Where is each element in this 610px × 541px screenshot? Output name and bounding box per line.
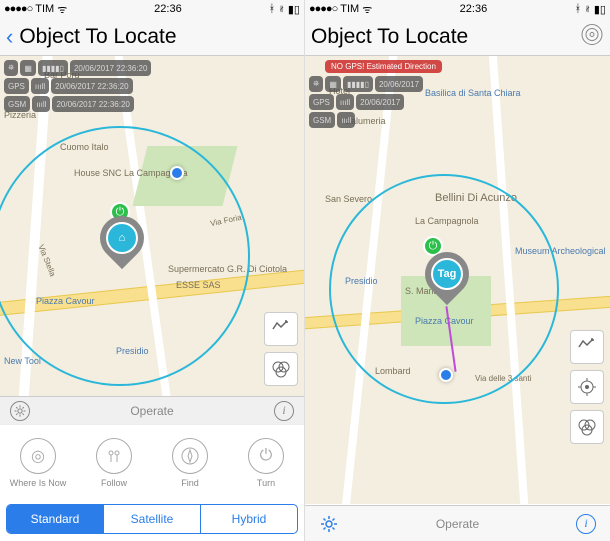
page-title: Object To Locate (19, 25, 176, 49)
action-follow[interactable]: Follow (84, 438, 144, 488)
map-view[interactable]: Bar Porù Pizzeria Cuomo Italo House SNC … (0, 56, 304, 396)
target-icon: ◎ (20, 438, 56, 474)
chip-signal-icon: ıııll (32, 96, 50, 112)
chip-signal-icon: ıııll (31, 78, 49, 94)
bottom-bar: Operate i (305, 505, 610, 541)
overlay-chips: ⛯ ▦ ▮▮▮▮▯ 20/06/2017 22:36:20 GPS ıııll … (4, 60, 151, 112)
phone-right: ●●●●○ TIM ᯤ 22:36 ᚼ ∦ ▮▯ Object To Locat… (305, 0, 610, 541)
chip-batt-icon: ▮▮▮▮▯ (38, 60, 68, 76)
overlay-toggle-button[interactable] (264, 352, 298, 386)
chip-cal-icon: ▦ (325, 76, 341, 92)
overlay-chips: ⛯ ▦ ▮▮▮▮▯ 20/06/2017 GPS ıııll 20/06/201… (309, 76, 423, 128)
operate-bar: Operate i (0, 396, 304, 424)
clock: 22:36 (154, 3, 182, 15)
map-view[interactable]: Hotel Basilica di Santa Chiara Salumeria… (305, 56, 610, 504)
chip-timestamp: 20/06/2017 22:36:20 (52, 96, 133, 112)
user-location-dot (170, 166, 184, 180)
nav-bar: Object To Locate (305, 18, 610, 56)
action-find[interactable]: Find (160, 438, 220, 488)
user-location-dot (439, 368, 453, 382)
power-icon: ⏻ (248, 438, 284, 474)
map-type-button[interactable] (570, 330, 604, 364)
signal-dots-icon: ●●●●○ (309, 3, 337, 15)
wifi-icon: ᯤ (57, 2, 67, 17)
chip-timestamp: 20/06/2017 (356, 94, 404, 110)
gps-warning-chip: NO GPS! Estimated Direction (325, 60, 442, 73)
bluetooth-icon: ᚼ ∦ (575, 3, 591, 15)
carrier-label: TIM (340, 3, 359, 15)
overlay-toggle-button[interactable] (570, 410, 604, 444)
battery-icon: ▮▯ (594, 3, 606, 16)
wifi-icon: ᯤ (362, 2, 372, 17)
radar-button[interactable] (580, 22, 604, 51)
seg-standard[interactable]: Standard (7, 505, 104, 533)
status-bar: ●●●●○ TIM ᯤ 22:36 ᚼ ∦ ▮▯ (0, 0, 304, 18)
carrier-label: TIM (35, 3, 54, 15)
back-button[interactable]: ‹ (6, 24, 13, 50)
chip-timestamp: 20/06/2017 (375, 76, 423, 92)
info-button[interactable]: i (576, 514, 596, 534)
chip-signal-icon: ıııll (337, 112, 355, 128)
chip-timestamp: 20/06/2017 22:36:20 (70, 60, 151, 76)
status-bar: ●●●●○ TIM ᯤ 22:36 ᚼ ∦ ▮▯ (305, 0, 610, 18)
poi-label: New Tool (4, 356, 41, 366)
settings-button[interactable] (319, 514, 339, 534)
chip-batt-icon: ▮▮▮▮▯ (343, 76, 373, 92)
chip-geo-icon: ⛯ (4, 60, 18, 76)
signal-dots-icon: ●●●●○ (4, 3, 32, 15)
clock: 22:36 (460, 3, 488, 15)
chip-gsm-off: GSM (309, 112, 335, 128)
action-turn[interactable]: ⏻ Turn (236, 438, 296, 488)
poi-label: Basilica di Santa Chiara (425, 88, 521, 98)
seg-hybrid[interactable]: Hybrid (201, 505, 297, 533)
chip-timestamp: 20/06/2017 22:36:20 (51, 78, 132, 94)
seg-satellite[interactable]: Satellite (104, 505, 201, 533)
battery-icon: ▮▯ (288, 3, 300, 16)
object-pin[interactable]: ⌂ (100, 216, 144, 272)
chip-cal-icon: ▦ (20, 60, 36, 76)
nav-bar: ‹ Object To Locate (0, 18, 304, 56)
action-row: ◎ Where Is Now Follow Find ⏻ Turn (0, 424, 304, 500)
settings-button[interactable] (10, 401, 30, 421)
chip-geo-icon: ⛯ (309, 76, 323, 92)
tag-icon: ⌂ (106, 222, 138, 254)
bluetooth-icon: ᚼ ∦ (269, 3, 285, 15)
page-title: Object To Locate (311, 25, 468, 49)
info-button[interactable]: i (274, 401, 294, 421)
operate-label: Operate (436, 517, 479, 531)
compass-icon (172, 438, 208, 474)
action-where-is-now[interactable]: ◎ Where Is Now (8, 438, 68, 488)
chip-gsm-off: GSM (4, 96, 30, 112)
object-pin[interactable]: Tag (425, 252, 469, 308)
chip-gps-off: GPS (4, 78, 29, 94)
phone-left: ●●●●○ TIM ᯤ 22:36 ᚼ ∦ ▮▯ ‹ Object To Loc… (0, 0, 305, 541)
tag-icon: Tag (431, 258, 463, 290)
map-type-button[interactable] (264, 312, 298, 346)
locate-button[interactable] (570, 370, 604, 404)
map-mode-segmented: Standard Satellite Hybrid (6, 504, 298, 534)
follow-icon (96, 438, 132, 474)
operate-label: Operate (130, 404, 173, 418)
chip-signal-icon: ıııll (336, 94, 354, 110)
chip-gps-off: GPS (309, 94, 334, 110)
poi-label: San Severo (325, 194, 372, 204)
